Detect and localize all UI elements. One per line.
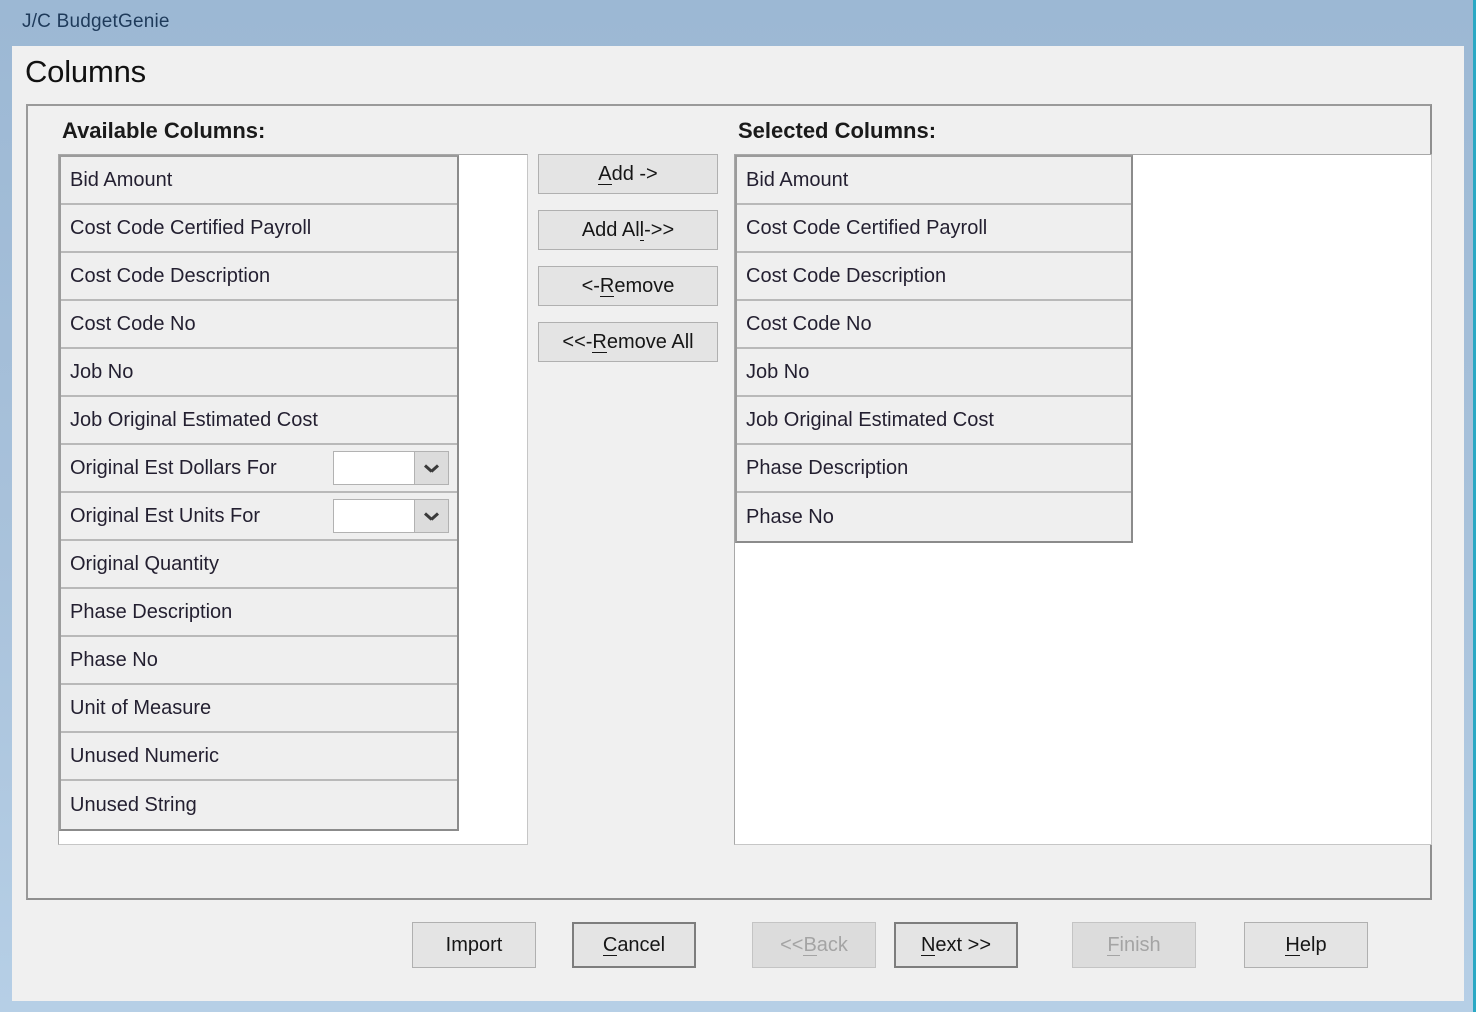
list-item-label: Original Est Units For: [70, 505, 261, 527]
list-item-label: Job No: [70, 361, 134, 383]
chevron-down-glyph: [425, 512, 438, 520]
list-item[interactable]: Unit of Measure: [61, 685, 457, 733]
button-label-pre: <<: [780, 933, 804, 956]
available-items-container: Bid Amount Cost Code Certified Payroll Cos…: [59, 155, 459, 831]
list-item[interactable]: Cost Code Description: [737, 253, 1131, 301]
list-item[interactable]: Bid Amount: [737, 157, 1131, 205]
list-item[interactable]: Unused Numeric: [61, 733, 457, 781]
remove-button[interactable]: <- Remove: [538, 266, 718, 306]
next-button[interactable]: Next >>: [894, 922, 1018, 968]
accelerator-char: F: [1107, 933, 1120, 956]
accelerator-char: B: [803, 933, 817, 956]
list-item-label: Bid Amount: [746, 169, 849, 191]
add-button[interactable]: Add ->: [538, 154, 718, 194]
button-label-pre: Add Al: [581, 218, 640, 241]
list-item[interactable]: Job Original Estimated Cost: [61, 397, 457, 445]
list-item[interactable]: Cost Code No: [737, 301, 1131, 349]
column-select-combobox[interactable]: [333, 499, 449, 533]
button-label-post: dd ->: [611, 162, 658, 185]
button-label-pre: <<-: [562, 330, 593, 353]
list-item[interactable]: Cost Code Certified Payroll: [61, 205, 457, 253]
list-item-label: Cost Code Description: [746, 265, 947, 287]
add-all-button[interactable]: Add Al l ->>: [538, 210, 718, 250]
list-item-label: Job No: [746, 361, 810, 383]
chevron-down-icon[interactable]: [415, 452, 448, 484]
list-item-label: Phase Description: [70, 601, 233, 623]
list-item-label: Unused String: [70, 794, 197, 816]
list-item-label: Bid Amount: [70, 169, 173, 191]
button-label-post: elp: [1299, 933, 1327, 956]
selected-items-container: Bid Amount Cost Code Certified Payroll Cos…: [735, 155, 1133, 543]
list-item-label: Job Original Estimated Cost: [70, 409, 318, 431]
finish-button: Finish: [1072, 922, 1196, 968]
help-button[interactable]: Help: [1244, 922, 1368, 968]
list-item-label: Cost Code No: [70, 313, 196, 335]
cancel-button[interactable]: Cancel: [572, 922, 696, 968]
list-item-label: Original Est Dollars For: [70, 457, 277, 479]
selected-columns-heading: Selected Columns:: [738, 118, 937, 143]
list-item-label: Unused Numeric: [70, 745, 219, 767]
list-item-label: Phase No: [70, 649, 158, 671]
accelerator-char: H: [1285, 933, 1300, 956]
accelerator-char: R: [592, 330, 607, 353]
list-item[interactable]: Unused String: [61, 781, 457, 829]
list-item[interactable]: Bid Amount: [61, 157, 457, 205]
available-columns-heading: Available Columns:: [62, 118, 266, 143]
list-item[interactable]: Cost Code Certified Payroll: [737, 205, 1131, 253]
list-item-label: Phase Description: [746, 457, 909, 479]
list-item-label: Cost Code Certified Payroll: [70, 217, 312, 239]
list-item[interactable]: Cost Code Description: [61, 253, 457, 301]
remove-all-button[interactable]: <<- Remove All: [538, 322, 718, 362]
page-title: Columns: [25, 54, 146, 89]
list-item[interactable]: Original Est Units For: [61, 493, 457, 541]
list-item-label: Phase No: [746, 506, 834, 528]
list-item-label: Unit of Measure: [70, 697, 212, 719]
list-item-label: Cost Code No: [746, 313, 872, 335]
list-item-label: Cost Code Certified Payroll: [746, 217, 988, 239]
button-label-post: ext >>: [935, 933, 992, 956]
list-item[interactable]: Phase No: [737, 493, 1131, 541]
button-label-pre: Import: [445, 933, 503, 956]
button-label-post: ack: [816, 933, 848, 956]
list-item[interactable]: Job Original Estimated Cost: [737, 397, 1131, 445]
button-label-post: inish: [1119, 933, 1161, 956]
column-select-combobox[interactable]: [333, 451, 449, 485]
application-window: J/C BudgetGenie Columns Available Column…: [0, 0, 1476, 1012]
list-item[interactable]: Job No: [61, 349, 457, 397]
accelerator-char: R: [599, 274, 615, 297]
list-item[interactable]: Phase Description: [61, 589, 457, 637]
list-item[interactable]: Phase Description: [737, 445, 1131, 493]
chevron-down-icon[interactable]: [415, 500, 448, 532]
selected-columns-listbox[interactable]: Bid Amount Cost Code Certified Payroll Cos…: [734, 154, 1432, 845]
list-item-label: Cost Code Description: [70, 265, 271, 287]
title-bar: J/C BudgetGenie: [0, 0, 1476, 48]
list-item-label: Original Quantity: [70, 553, 219, 575]
button-label-pre: <-: [581, 274, 600, 297]
dialog-client-area: Columns Available Columns: Selected Colu…: [12, 46, 1464, 1001]
button-label-post: ->>: [644, 218, 675, 241]
list-item[interactable]: Original Quantity: [61, 541, 457, 589]
app-title: J/C BudgetGenie: [22, 11, 170, 32]
accelerator-char: N: [920, 933, 936, 956]
transfer-buttons-group: Add -> Add Al l ->> <- Remove <<- Remove All: [538, 154, 718, 378]
list-item-label: Job Original Estimated Cost: [746, 409, 994, 431]
list-item[interactable]: Job No: [737, 349, 1131, 397]
columns-group-panel: Available Columns: Selected Columns: Bid…: [26, 104, 1432, 900]
button-label-post: ancel: [617, 933, 666, 956]
list-item[interactable]: Phase No: [61, 637, 457, 685]
combobox-value[interactable]: [334, 452, 415, 484]
accelerator-char: C: [602, 933, 618, 956]
wizard-button-bar: Import Cancel << Back Next >> Finish Help: [12, 922, 1464, 984]
import-button[interactable]: Import: [412, 922, 536, 968]
available-columns-listbox[interactable]: Bid Amount Cost Code Certified Payroll Cos…: [58, 154, 528, 845]
back-button: << Back: [752, 922, 876, 968]
accelerator-char: A: [598, 162, 612, 185]
chevron-down-glyph: [425, 464, 438, 472]
button-label-post: emove All: [606, 330, 694, 353]
combobox-value[interactable]: [334, 500, 415, 532]
list-item[interactable]: Original Est Dollars For: [61, 445, 457, 493]
list-item[interactable]: Cost Code No: [61, 301, 457, 349]
button-label-post: emove: [614, 274, 675, 297]
